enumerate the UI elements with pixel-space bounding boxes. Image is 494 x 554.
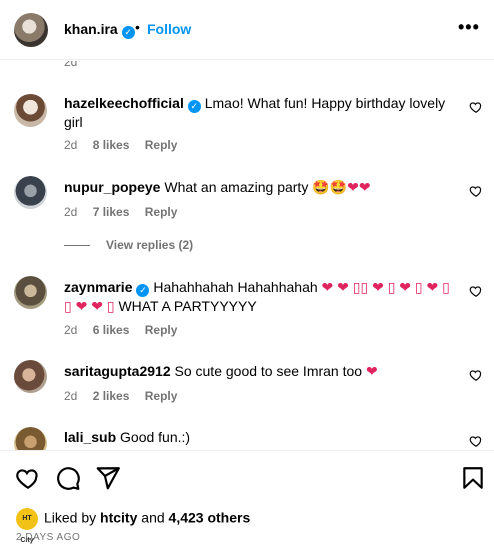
comments-list[interactable]: 2d hazelkeechofficial ✓ Lmao! What fun! H…: [0, 61, 494, 450]
star-struck-emoji: 🤩: [312, 179, 330, 195]
likes-count-link[interactable]: 4,423 others: [169, 510, 251, 526]
more-options-icon[interactable]: •••: [458, 17, 480, 38]
comment-like-icon[interactable]: [469, 284, 483, 298]
reply-button[interactable]: Reply: [145, 389, 178, 403]
separator-dot: •: [135, 19, 140, 35]
comment-body: saritagupta2912 So cute good to see Imra…: [64, 362, 454, 380]
comment-likes[interactable]: 8 likes: [93, 138, 130, 152]
comment-body: hazelkeechofficial ✓ Lmao! What fun! Happ…: [64, 94, 454, 131]
comment-body: zaynmarie ✓ Hahahhahah Hahahhahah ❤ ❤ ▯▯ …: [64, 278, 454, 315]
post-timestamp: 2 DAYS AGO: [16, 532, 81, 543]
comment-meta: 2d 8 likes Reply: [64, 138, 189, 152]
star-struck-emoji: 🤩: [329, 179, 348, 195]
comment-text-continued: girl: [64, 114, 83, 130]
commenter-username[interactable]: saritagupta2912: [64, 363, 171, 379]
commenter-username[interactable]: nupur_popeye: [64, 179, 160, 195]
liked-by-user-link[interactable]: htcity: [100, 510, 137, 526]
comment-body: lali_sub Good fun.:): [64, 428, 454, 446]
comment-text: Hahahhahah Hahahhahah: [153, 279, 318, 295]
reply-button[interactable]: Reply: [145, 323, 178, 337]
comment-icon[interactable]: [55, 465, 81, 491]
red-heart-emoji: ❤: [358, 179, 371, 195]
view-replies-label[interactable]: View replies (2): [106, 238, 193, 252]
post-header: khan.ira ✓ • Follow •••: [0, 0, 494, 60]
comment-likes[interactable]: 6 likes: [93, 323, 130, 337]
post-action-bar: [0, 450, 494, 504]
comment-text: What an amazing party: [164, 179, 309, 195]
comment-time: 2d: [64, 138, 78, 152]
reply-button[interactable]: Reply: [145, 138, 178, 152]
comment-likes[interactable]: 7 likes: [93, 205, 130, 219]
comment-text-continued: WHAT A PARTYYYYY: [118, 298, 257, 314]
reply-button[interactable]: Reply: [145, 205, 178, 219]
commenter-username[interactable]: lali_sub: [64, 429, 116, 445]
liked-by-summary: HT City Liked by htcity and 4,423 others: [16, 508, 251, 544]
commenter-username[interactable]: zaynmarie: [64, 279, 132, 295]
author-username[interactable]: khan.ira ✓: [64, 21, 135, 39]
commenter-avatar[interactable]: [14, 427, 47, 450]
liked-by-and: and: [141, 509, 165, 526]
comment-time: 2d: [64, 61, 78, 69]
verified-badge-icon: ✓: [136, 284, 150, 297]
emoji-sequence: ❤ ❤ ▯▯ ❤ ▯ ❤ ▯ ❤ ▯: [321, 279, 450, 295]
view-replies-button[interactable]: View replies (2): [64, 238, 193, 252]
liked-by-prefix: Liked by: [44, 509, 97, 526]
commenter-avatar[interactable]: [14, 360, 47, 393]
comment-like-icon[interactable]: [469, 368, 483, 382]
comment-like-icon[interactable]: [469, 434, 483, 448]
follow-button[interactable]: Follow: [147, 21, 191, 37]
comment-time: 2d: [64, 389, 78, 403]
commenter-username[interactable]: hazelkeechofficial: [64, 95, 184, 111]
comment-time: 2d: [64, 323, 78, 337]
commenter-avatar[interactable]: [14, 176, 47, 209]
replies-divider-line: [64, 245, 90, 247]
comment-like-icon[interactable]: [469, 100, 483, 114]
commenter-avatar[interactable]: [14, 94, 47, 127]
bookmark-icon[interactable]: [460, 465, 486, 491]
like-heart-icon[interactable]: [15, 465, 41, 491]
verified-badge-icon: ✓: [187, 100, 201, 113]
comment-text: Lmao! What fun! Happy birthday lovely: [204, 95, 446, 111]
emoji-sequence-continued: ▯ ❤ ❤ ▯: [64, 298, 115, 314]
comment-like-icon[interactable]: [469, 184, 483, 198]
comment-time: 2d: [64, 205, 78, 219]
share-icon[interactable]: [95, 465, 121, 491]
verified-badge-icon: ✓: [121, 26, 135, 39]
author-avatar[interactable]: [14, 13, 48, 47]
comment-meta: 2d 2 likes Reply: [64, 389, 189, 403]
comment-meta: 2d 7 likes Reply: [64, 205, 189, 219]
commenter-avatar[interactable]: [14, 276, 47, 309]
htcity-avatar[interactable]: HT City: [16, 508, 38, 544]
comment-likes[interactable]: 2 likes: [93, 389, 130, 403]
red-heart-emoji: ❤: [365, 363, 378, 379]
red-heart-emoji: ❤: [347, 179, 359, 195]
comment-meta: 2d 6 likes Reply: [64, 323, 189, 337]
comment-body: nupur_popeye What an amazing party 🤩🤩❤❤: [64, 178, 454, 196]
comment-text: So cute good to see Imran too: [174, 363, 363, 379]
comment-text: Good fun.:): [120, 429, 191, 445]
